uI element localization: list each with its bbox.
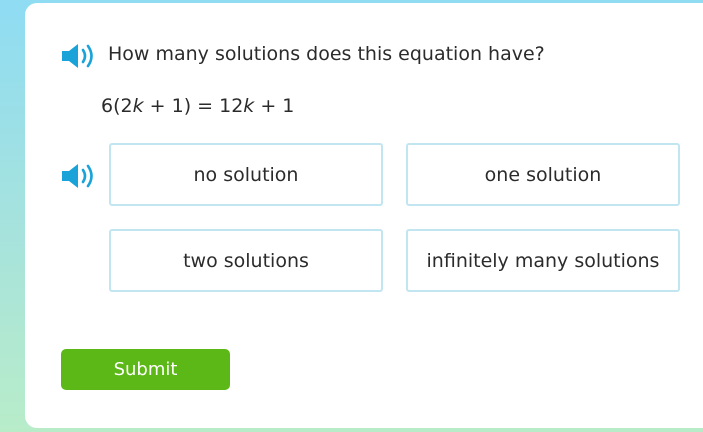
choice-no-solution[interactable]: no solution	[109, 143, 383, 206]
choice-label: no solution	[193, 163, 299, 186]
choice-two-solutions[interactable]: two solutions	[109, 229, 383, 292]
choice-label: two solutions	[183, 249, 309, 272]
equation-part: + 1) = 12	[143, 95, 244, 117]
choice-label: one solution	[484, 163, 602, 186]
submit-label: Submit	[113, 359, 178, 380]
speaker-icon[interactable]	[60, 162, 96, 190]
equation-variable: k	[132, 95, 144, 117]
speaker-icon[interactable]	[60, 42, 96, 70]
equation: 6(2k + 1) = 12k + 1	[101, 95, 294, 117]
equation-part: + 1	[254, 95, 295, 117]
submit-button[interactable]: Submit	[61, 349, 230, 390]
choice-one-solution[interactable]: one solution	[406, 143, 680, 206]
equation-part: 6(2	[101, 95, 133, 117]
choice-label: infinitely many solutions	[426, 249, 660, 272]
equation-variable: k	[243, 95, 255, 117]
question-text: How many solutions does this equation ha…	[108, 43, 545, 65]
choice-infinitely-many-solutions[interactable]: infinitely many solutions	[406, 229, 680, 292]
